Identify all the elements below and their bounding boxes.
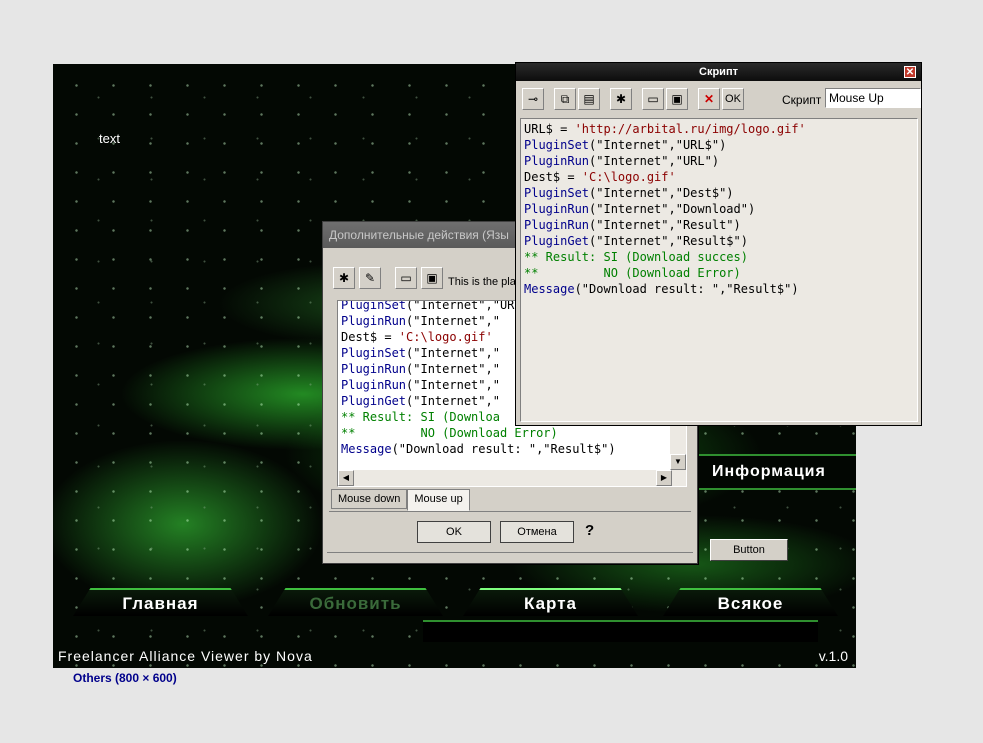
horizontal-scrollbar[interactable]: ◀ ▶ bbox=[338, 470, 672, 486]
open-folder-icon[interactable]: ▭ bbox=[642, 88, 664, 110]
code-token: ("Internet","Result") bbox=[589, 218, 741, 232]
code-token: ("Internet"," bbox=[406, 362, 500, 376]
code-token: PluginGet bbox=[341, 394, 407, 408]
code-token: 'C:\logo.gif' bbox=[398, 330, 493, 344]
code-line: URL$ = 'http://arbital.ru/img/logo.gif' bbox=[524, 121, 917, 137]
code-token: PluginRun bbox=[341, 362, 407, 376]
script-code-editor[interactable]: URL$ = 'http://arbital.ru/img/logo.gif' P… bbox=[520, 118, 918, 422]
code-line: PluginRun("Internet","Download") bbox=[524, 201, 917, 217]
info-panel[interactable]: Информация bbox=[698, 454, 856, 490]
code-token: ("Internet"," bbox=[406, 378, 500, 392]
code-token: Message bbox=[524, 282, 575, 296]
ok-button[interactable]: OK bbox=[417, 521, 491, 543]
script-window: Скрипт ✕ ⊸ ⧉ ▤ ✱ ▭ ▣ ✕ OK Скрипт Mouse U… bbox=[515, 62, 922, 426]
help-icon[interactable]: ? bbox=[585, 522, 594, 539]
canvas-size-caption: Others (800 × 600) bbox=[73, 671, 177, 685]
code-token: PluginRun bbox=[341, 314, 407, 328]
event-tabs: Mouse down Mouse up bbox=[331, 489, 470, 511]
nav-map-button[interactable]: Карта bbox=[463, 588, 638, 616]
code-line: ** NO (Download Error) bbox=[524, 265, 917, 281]
code-token: ("Internet","Dest$") bbox=[589, 186, 734, 200]
nav-main-button[interactable]: Главная bbox=[73, 588, 248, 616]
code-token: URL$ = bbox=[524, 122, 575, 136]
code-token: ("Internet","Download") bbox=[589, 202, 756, 216]
code-token: ("Internet"," bbox=[406, 314, 500, 328]
code-line: PluginRun("Internet","URL") bbox=[524, 153, 917, 169]
code-line: ** Result: SI (Download succes) bbox=[524, 249, 917, 265]
code-line: PluginRun("Internet","Result") bbox=[524, 217, 917, 233]
nav-refresh-button[interactable]: Обновить bbox=[268, 588, 443, 616]
scroll-right-icon[interactable]: ▶ bbox=[656, 470, 672, 486]
code-token: 'C:\logo.gif' bbox=[581, 170, 676, 184]
code-token: ("Internet"," bbox=[406, 394, 500, 408]
code-token: PluginRun bbox=[341, 378, 407, 392]
code-token: Message bbox=[341, 442, 392, 456]
code-token: Dest$ = bbox=[524, 170, 582, 184]
code-token: ("Internet","URL") bbox=[589, 154, 720, 168]
code-token: PluginRun bbox=[524, 202, 590, 216]
script-code-lines: URL$ = 'http://arbital.ru/img/logo.gif' P… bbox=[521, 119, 917, 297]
dialog-hint-text: This is the plac bbox=[448, 276, 522, 288]
code-token: ("Internet","URL$") bbox=[589, 138, 727, 152]
dialog-toolbar: ✱ ✎ ▭ ▣ bbox=[333, 266, 443, 290]
copy-icon[interactable]: ⧉ bbox=[554, 88, 576, 110]
tab-mouse-down[interactable]: Mouse down bbox=[331, 489, 408, 509]
wand-icon[interactable]: ✱ bbox=[333, 267, 355, 289]
code-line: PluginSet("Internet","Dest$") bbox=[524, 185, 917, 201]
scroll-left-icon[interactable]: ◀ bbox=[338, 470, 354, 486]
code-token: ** NO (Download Error) bbox=[524, 266, 741, 280]
delete-icon[interactable]: ✕ bbox=[698, 88, 720, 110]
code-token: 'http://arbital.ru/img/logo.gif' bbox=[574, 122, 806, 136]
script-window-title-text: Скрипт bbox=[699, 66, 738, 78]
code-token: PluginSet bbox=[524, 138, 590, 152]
code-token: ("Internet","Result$") bbox=[589, 234, 748, 248]
code-token: ("Internet"," bbox=[406, 346, 500, 360]
main-navbar: Главная Обновить Карта Всякое bbox=[53, 588, 856, 620]
script-window-title[interactable]: Скрипт ✕ bbox=[516, 63, 921, 81]
code-token: PluginSet bbox=[524, 186, 590, 200]
code-token: PluginSet bbox=[341, 346, 407, 360]
app-credit: Freelancer Alliance Viewer by Nova bbox=[58, 648, 313, 664]
code-token: PluginRun bbox=[524, 218, 590, 232]
tab-mouse-up[interactable]: Mouse up bbox=[407, 489, 470, 511]
edit-icon[interactable]: ✎ bbox=[359, 267, 381, 289]
nav-sub-strip bbox=[423, 620, 818, 642]
save-icon[interactable]: ▣ bbox=[421, 267, 443, 289]
close-icon[interactable]: ✕ bbox=[904, 66, 916, 78]
paste-icon[interactable]: ▤ bbox=[578, 88, 600, 110]
save-icon[interactable]: ▣ bbox=[666, 88, 688, 110]
script-toolbar: ⊸ ⧉ ▤ ✱ ▭ ▣ ✕ OK bbox=[522, 87, 744, 111]
code-line: Dest$ = 'C:\logo.gif' bbox=[524, 169, 917, 185]
wand-icon[interactable]: ✱ bbox=[610, 88, 632, 110]
code-token: ("Download result: ","Result$") bbox=[391, 442, 616, 456]
app-version: v.1.0 bbox=[818, 648, 848, 664]
code-line: ** NO (Download Error) bbox=[341, 425, 686, 441]
pin-icon[interactable]: ⊸ bbox=[522, 88, 544, 110]
code-token: ("Download result: ","Result$") bbox=[574, 282, 799, 296]
nav-misc-button[interactable]: Всякое bbox=[663, 588, 838, 616]
code-token: Dest$ = bbox=[341, 330, 399, 344]
cancel-button[interactable]: Отмена bbox=[500, 521, 574, 543]
code-line: Message("Download result: ","Result$") bbox=[524, 281, 917, 297]
code-line: Message("Download result: ","Result$") bbox=[341, 441, 686, 457]
canvas-text-label[interactable]: text bbox=[99, 131, 120, 146]
scroll-down-icon[interactable]: ▼ bbox=[670, 454, 686, 470]
code-line: PluginSet("Internet","URL$") bbox=[524, 137, 917, 153]
open-folder-icon[interactable]: ▭ bbox=[395, 267, 417, 289]
canvas-button[interactable]: Button bbox=[710, 539, 788, 561]
code-token: ** Result: SI (Downloa bbox=[341, 410, 500, 424]
code-token: PluginSet bbox=[341, 300, 407, 312]
code-token: ** NO (Download Error) bbox=[341, 426, 558, 440]
code-line: PluginGet("Internet","Result$") bbox=[524, 233, 917, 249]
ok-toolbar-button[interactable]: OK bbox=[722, 88, 744, 110]
code-token: PluginRun bbox=[524, 154, 590, 168]
event-select[interactable]: Mouse Up bbox=[825, 88, 921, 108]
code-token: ** Result: SI (Download succes) bbox=[524, 250, 748, 264]
event-label: Скрипт bbox=[782, 93, 822, 107]
code-token: PluginGet bbox=[524, 234, 590, 248]
